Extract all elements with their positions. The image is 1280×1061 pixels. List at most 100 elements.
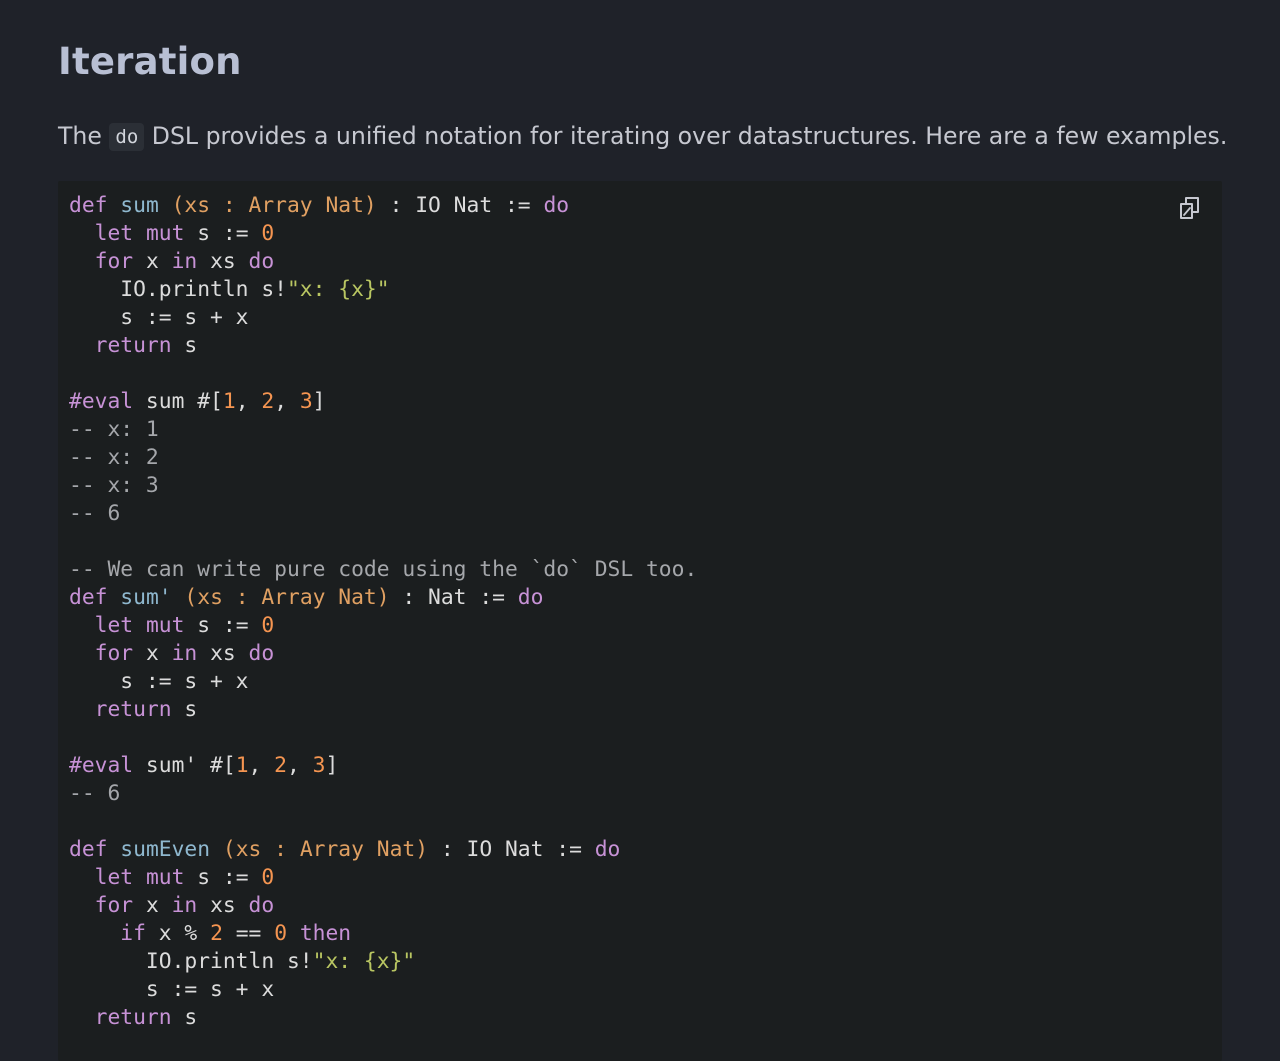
code-keyword: do (543, 193, 570, 218)
code-keyword: #eval (69, 753, 134, 778)
code-line: if x % 2 == 0 then (69, 920, 697, 948)
code-number: 1 (235, 753, 249, 778)
code-text: s := (184, 865, 262, 890)
copy-button[interactable] (1174, 193, 1204, 223)
code-text: s := s + x (69, 669, 249, 694)
code-keyword: return (94, 1005, 172, 1030)
code-text: IO.println s! (69, 949, 313, 974)
code-keyword: def (69, 585, 108, 610)
copy-icon (1180, 197, 1199, 219)
intro-text-before: The (58, 122, 110, 150)
code-keyword: return (94, 333, 172, 358)
code-text: s (171, 697, 198, 722)
code-keyword: in (171, 893, 198, 918)
code-text: == (222, 921, 275, 946)
code-keyword: then (299, 921, 352, 946)
code-text: s (171, 1005, 198, 1030)
code-comment: -- 6 (69, 781, 121, 806)
code-number: 3 (299, 389, 313, 414)
code-line: let mut s := 0 (69, 612, 697, 640)
code-line: -- x: 2 (69, 444, 697, 472)
code-text: x % (145, 921, 211, 946)
code-line: let mut s := 0 (69, 864, 697, 892)
code-keyword: in (171, 641, 198, 666)
code-keyword: in (171, 249, 198, 274)
code-keyword: return (94, 697, 172, 722)
code-listing: def sum (xs : Array Nat) : IO Nat := do … (69, 192, 697, 1032)
code-line: let mut s := 0 (69, 220, 697, 248)
code-keyword: do (248, 641, 275, 666)
code-comment: -- x: 3 (69, 473, 159, 498)
code-text: s := (184, 613, 262, 638)
code-keyword: for (94, 641, 134, 666)
code-comment: -- We can write pure code using the `do`… (69, 557, 698, 582)
code-text: : IO Nat := (428, 837, 595, 862)
code-line: return s (69, 1004, 697, 1032)
code-comment: -- x: 2 (69, 445, 159, 470)
code-number: 2 (274, 753, 287, 778)
code-binder: (xs : Array Nat) (222, 837, 429, 862)
code-number: 0 (261, 865, 275, 890)
code-line: -- 6 (69, 780, 697, 808)
code-text: xs (197, 641, 249, 666)
code-text: s := (184, 221, 262, 246)
code-block[interactable]: def sum (xs : Array Nat) : IO Nat := do … (58, 181, 1222, 1061)
inline-code: do (109, 123, 145, 151)
code-line: s := s + x (69, 304, 697, 332)
code-comment: -- 6 (69, 501, 121, 526)
code-function-name: sum' (120, 585, 172, 610)
intro-text-after: DSL provides a unified notation for iter… (144, 122, 1228, 150)
code-text: IO.println s! (69, 277, 287, 302)
code-line: s := s + x (69, 976, 697, 1004)
code-keyword: #eval (69, 389, 134, 414)
page-title: Iteration (58, 40, 242, 83)
code-number: 0 (261, 221, 275, 246)
code-keyword: do (248, 249, 275, 274)
code-text: , (248, 753, 275, 778)
code-line: IO.println s!"x: {x}" (69, 276, 697, 304)
code-text: : IO Nat := (376, 193, 544, 218)
code-text: ] (312, 389, 326, 414)
code-line: -- x: 3 (69, 472, 697, 500)
code-line: return s (69, 332, 697, 360)
intro-paragraph: The do DSL provides a unified notation f… (58, 119, 1258, 155)
code-keyword: mut (145, 221, 185, 246)
code-text: x (133, 641, 172, 666)
code-text: , (235, 389, 262, 414)
code-line: #eval sum' #[1, 2, 3] (69, 752, 697, 780)
code-string: "x: {x}" (312, 949, 416, 974)
code-number: 1 (222, 389, 236, 414)
code-number: 2 (210, 921, 223, 946)
code-text: s := s + x (69, 977, 275, 1002)
code-line: def sum (xs : Array Nat) : IO Nat := do (69, 192, 697, 220)
code-keyword: mut (145, 613, 185, 638)
code-line: for x in xs do (69, 248, 697, 276)
code-line: -- We can write pure code using the `do`… (69, 556, 697, 584)
code-number: 0 (261, 613, 275, 638)
code-string: "x: {x}" (286, 277, 390, 302)
code-line: for x in xs do (69, 640, 697, 668)
code-line: s := s + x (69, 668, 697, 696)
code-line: def sumEven (xs : Array Nat) : IO Nat :=… (69, 836, 697, 864)
code-keyword: do (594, 837, 621, 862)
code-text: x (133, 893, 172, 918)
code-keyword: do (517, 585, 544, 610)
code-line: IO.println s!"x: {x}" (69, 948, 697, 976)
code-keyword: def (69, 193, 108, 218)
